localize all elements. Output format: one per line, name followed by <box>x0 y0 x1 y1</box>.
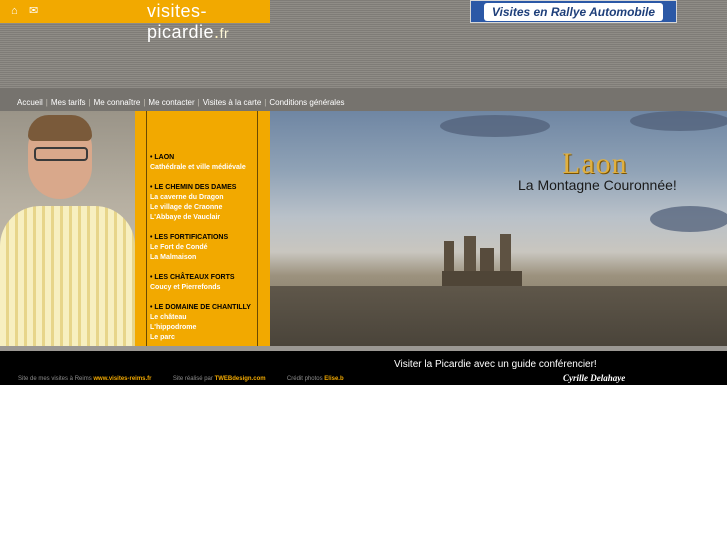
footer-credits: Site de mes visites à Reims www.visites-… <box>18 376 344 382</box>
main-nav: Accueil | Mes tarifs | Me connaître | Me conta… <box>17 98 345 107</box>
nav-separator: | <box>264 98 267 107</box>
menu-section-laon: • LAON Cathédrale et ville médiévale <box>150 153 260 173</box>
menu-section-chateaux-forts: • LES CHÂTEAUX FORTS Coucy et Pierrefond… <box>150 273 260 293</box>
destinations-menu: • LAON Cathédrale et ville médiévale • L… <box>146 111 258 346</box>
rallye-banner[interactable]: Visites en Rallye Automobile <box>470 0 677 23</box>
menu-link[interactable]: Le château <box>150 313 260 323</box>
cloud <box>650 206 727 232</box>
menu-link[interactable]: La Malmaison <box>150 253 260 263</box>
town-rooftops <box>270 286 727 346</box>
menu-link[interactable]: Coucy et Pierrefonds <box>150 283 260 293</box>
menu-link[interactable]: La caverne du Dragon <box>150 193 260 203</box>
portrait-glasses <box>34 147 88 161</box>
site-logo[interactable]: visites-picardie.fr <box>147 1 270 43</box>
footer: Visiter la Picardie avec un guide confér… <box>0 351 727 385</box>
section-title[interactable]: • LES FORTIFICATIONS <box>150 233 260 243</box>
nav-accueil[interactable]: Accueil <box>17 98 43 107</box>
footer-reims-link[interactable]: www.visites-reims.fr <box>93 376 151 382</box>
menu-link[interactable]: Cathédrale et ville médiévale <box>150 163 260 173</box>
footer-design-link[interactable]: TWEBdesign.com <box>215 376 266 382</box>
hero-subtitle: La Montagne Couronnée! <box>518 177 677 193</box>
footer-reims-label: Site de mes visites à Reims <box>18 376 92 382</box>
hero-image: Laon La Montagne Couronnée! <box>270 111 727 346</box>
nav-me-contacter[interactable]: Me contacter <box>148 98 194 107</box>
nav-conditions-generales[interactable]: Conditions générales <box>269 98 344 107</box>
nav-separator: | <box>88 98 91 107</box>
section-title[interactable]: • LES CHÂTEAUX FORTS <box>150 273 260 283</box>
footer-photo-label: Crédit photos <box>286 376 323 382</box>
menu-border-right <box>258 111 270 346</box>
menu-section-chantilly: • LE DOMAINE DE CHANTILLY Le château L'h… <box>150 303 260 343</box>
nav-separator: | <box>143 98 146 107</box>
footer-design-label: Site réalisé par <box>172 376 213 382</box>
footer-tagline: Visiter la Picardie avec un guide confér… <box>394 359 597 370</box>
nav-me-connaitre[interactable]: Me connaître <box>94 98 141 107</box>
nav-bar: Accueil | Mes tarifs | Me connaître | Me conta… <box>0 88 727 111</box>
portrait-shirt <box>0 206 135 346</box>
menu-list: • LAON Cathédrale et ville médiévale • L… <box>150 153 260 353</box>
portrait-hair <box>28 115 92 141</box>
section-title[interactable]: • LAON <box>150 153 260 163</box>
nav-mes-tarifs[interactable]: Mes tarifs <box>51 98 86 107</box>
mail-icon[interactable]: ✉ <box>29 4 38 18</box>
menu-link[interactable]: Le village de Craonne <box>150 203 260 213</box>
home-icon[interactable]: ⌂ <box>11 4 18 18</box>
logo-text: visites-picardie <box>147 1 215 42</box>
footer-signature: Cyrille Delahaye <box>563 373 626 383</box>
footer-photo-link[interactable]: Elise.b <box>324 376 343 382</box>
section-title[interactable]: • LE DOMAINE DE CHANTILLY <box>150 303 260 313</box>
menu-border-left <box>135 111 146 346</box>
menu-link[interactable]: Le Fort de Condé <box>150 243 260 253</box>
guide-portrait <box>0 111 135 346</box>
hero-title: Laon <box>562 147 628 180</box>
menu-link[interactable]: L'hippodrome <box>150 323 260 333</box>
nav-visites-a-la-carte[interactable]: Visites à la carte <box>203 98 262 107</box>
logo-bar: ⌂ ✉ visites-picardie.fr <box>0 0 270 42</box>
menu-section-fortifications: • LES FORTIFICATIONS Le Fort de Condé La… <box>150 233 260 263</box>
menu-section-chemin-des-dames: • LE CHEMIN DES DAMES La caverne du Drag… <box>150 183 260 223</box>
rallye-banner-label: Visites en Rallye Automobile <box>483 2 664 21</box>
nav-separator: | <box>45 98 48 107</box>
menu-link[interactable]: L'Abbaye de Vauclair <box>150 213 260 223</box>
cloud <box>440 115 550 137</box>
menu-link[interactable]: Le parc <box>150 333 260 343</box>
top-header: ⌂ ✉ visites-picardie.fr Visites en Rally… <box>0 0 727 88</box>
logo-tld: fr <box>219 25 230 41</box>
nav-separator: | <box>197 98 200 107</box>
cloud <box>630 111 727 131</box>
section-title[interactable]: • LE CHEMIN DES DAMES <box>150 183 260 193</box>
